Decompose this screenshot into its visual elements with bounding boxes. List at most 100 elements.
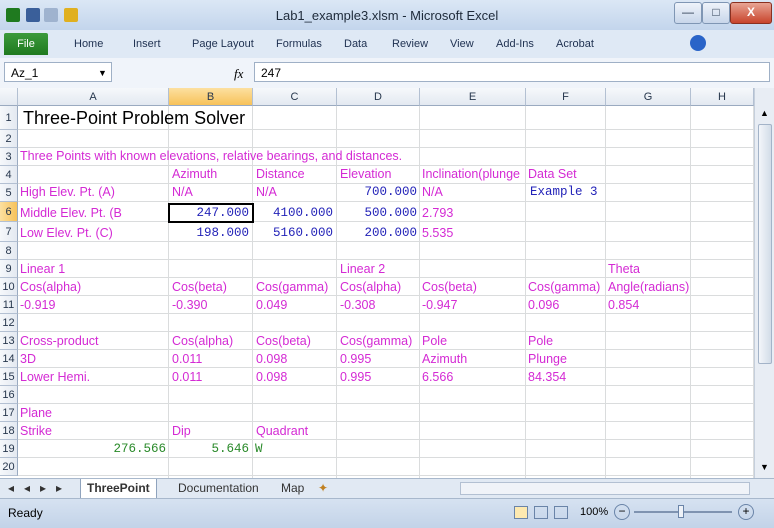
cell-a3[interactable]: Three Points with known elevations, rela… — [20, 148, 402, 164]
cell-e14[interactable]: Azimuth — [422, 351, 467, 367]
cell-e6[interactable]: 2.793 — [422, 205, 453, 221]
scroll-thumb[interactable] — [758, 124, 772, 364]
row-header-14[interactable]: 14 — [0, 350, 18, 368]
cell-c4[interactable]: Distance — [256, 166, 305, 182]
cell-c15[interactable]: 0.098 — [256, 369, 287, 385]
cell-e7[interactable]: 5.535 — [422, 225, 453, 241]
row-header-1[interactable]: 1 — [0, 106, 18, 130]
row-header-20[interactable]: 20 — [0, 458, 18, 476]
row-header-4[interactable]: 4 — [0, 166, 18, 184]
cell-d9[interactable]: Linear 2 — [340, 261, 385, 277]
minimize-button[interactable]: — — [674, 2, 702, 24]
row-header-16[interactable]: 16 — [0, 386, 18, 404]
tab-formulas[interactable]: Formulas — [276, 38, 322, 50]
horizontal-scrollbar[interactable] — [460, 482, 750, 495]
zoom-out-button[interactable]: − — [614, 504, 630, 520]
tab-insert[interactable]: Insert — [133, 38, 161, 50]
normal-view-icon[interactable] — [514, 506, 528, 519]
row-header-11[interactable]: 11 — [0, 296, 18, 314]
cell-c7[interactable]: 5160.000 — [253, 225, 333, 241]
cell-b5[interactable]: N/A — [172, 184, 193, 200]
cell-c5[interactable]: N/A — [256, 184, 277, 200]
cell-b15[interactable]: 0.011 — [172, 369, 202, 385]
sheet-nav-last-icon[interactable]: ▸ — [50, 479, 68, 498]
sheet-tab-map[interactable]: Map — [275, 479, 310, 498]
cell-f5[interactable]: Example 3 — [530, 184, 598, 200]
tab-home[interactable]: Home — [74, 38, 103, 50]
row-header-15[interactable]: 15 — [0, 368, 18, 386]
row-header-7[interactable]: 7 — [0, 222, 18, 242]
cell-f10[interactable]: Cos(gamma) — [528, 279, 606, 295]
cell-g9[interactable]: Theta — [608, 261, 640, 277]
function-icon[interactable]: fx — [234, 66, 243, 82]
close-button[interactable]: X — [730, 2, 772, 24]
cell-b10[interactable]: Cos(beta) — [172, 279, 227, 295]
zoom-in-button[interactable]: + — [738, 504, 754, 520]
cell-a7[interactable]: Low Elev. Pt. (C) — [20, 225, 113, 241]
cell-f11[interactable]: 0.096 — [528, 297, 559, 313]
row-header-3[interactable]: 3 — [0, 148, 18, 166]
cell-d11[interactable]: -0.308 — [340, 297, 375, 313]
cell-e4[interactable]: Inclination(plunge — [422, 166, 526, 182]
row-header-19[interactable]: 19 — [0, 440, 18, 458]
cell-b4[interactable]: Azimuth — [172, 166, 217, 182]
row-header-17[interactable]: 17 — [0, 404, 18, 422]
formula-input[interactable]: 247 — [254, 62, 770, 82]
cell-a9[interactable]: Linear 1 — [20, 261, 65, 277]
row-header-6[interactable]: 6 — [0, 202, 18, 222]
column-header-g[interactable]: G — [606, 88, 691, 106]
cell-d14[interactable]: 0.995 — [340, 351, 371, 367]
cell-c14[interactable]: 0.098 — [256, 351, 287, 367]
cell-f15[interactable]: 84.354 — [528, 369, 566, 385]
cell-d10[interactable]: Cos(alpha) — [340, 279, 401, 295]
row-header-5[interactable]: 5 — [0, 184, 18, 202]
cell-a1[interactable]: Three-Point Problem Solver — [23, 107, 245, 129]
cell-f13[interactable]: Pole — [528, 333, 553, 349]
column-header-e[interactable]: E — [420, 88, 526, 106]
sheet-tab-threepoint[interactable]: ThreePoint — [80, 479, 157, 499]
tab-acrobat[interactable]: Acrobat — [556, 38, 594, 50]
insert-sheet-icon[interactable]: ✦ — [312, 479, 334, 498]
cell-d4[interactable]: Elevation — [340, 166, 391, 182]
tab-review[interactable]: Review — [392, 38, 428, 50]
column-header-b[interactable]: B — [169, 88, 253, 106]
cell-c6[interactable]: 4100.000 — [253, 205, 333, 221]
cell-g10[interactable]: Angle(radians) — [608, 279, 689, 295]
row-header-12[interactable]: 12 — [0, 314, 18, 332]
cell-b13[interactable]: Cos(alpha) — [172, 333, 233, 349]
cell-b14[interactable]: 0.011 — [172, 351, 202, 367]
cell-a18[interactable]: Strike — [20, 423, 52, 439]
cell-a17[interactable]: Plane — [20, 405, 52, 421]
cell-e13[interactable]: Pole — [422, 333, 447, 349]
cell-e11[interactable]: -0.947 — [422, 297, 457, 313]
cell-f14[interactable]: Plunge — [528, 351, 567, 367]
scroll-up-icon[interactable]: ▲ — [760, 108, 769, 118]
cell-a10[interactable]: Cos(alpha) — [20, 279, 81, 295]
cell-d5[interactable]: 700.000 — [337, 184, 417, 200]
cell-a11[interactable]: -0.919 — [20, 297, 55, 313]
vertical-scrollbar[interactable]: ▲ ▼ — [754, 88, 774, 478]
cell-d15[interactable]: 0.995 — [340, 369, 371, 385]
row-header-18[interactable]: 18 — [0, 422, 18, 440]
zoom-slider-thumb[interactable] — [678, 505, 684, 518]
cell-a19[interactable]: 276.566 — [18, 441, 166, 457]
cell-a5[interactable]: High Elev. Pt. (A) — [20, 184, 115, 200]
page-break-view-icon[interactable] — [554, 506, 568, 519]
column-header-f[interactable]: F — [526, 88, 606, 106]
cell-c18[interactable]: Quadrant — [256, 423, 308, 439]
sheet-tab-documentation[interactable]: Documentation — [172, 479, 265, 498]
column-header-a[interactable]: A — [18, 88, 169, 106]
cell-g11[interactable]: 0.854 — [608, 297, 639, 313]
tab-data[interactable]: Data — [344, 38, 367, 50]
cell-c19[interactable]: W — [255, 441, 263, 457]
cell-c13[interactable]: Cos(beta) — [256, 333, 311, 349]
cell-a13[interactable]: Cross-product — [20, 333, 99, 349]
cell-c11[interactable]: 0.049 — [256, 297, 287, 313]
cell-d13[interactable]: Cos(gamma) — [340, 333, 412, 349]
row-header-8[interactable]: 8 — [0, 242, 18, 260]
row-header-9[interactable]: 9 — [0, 260, 18, 278]
cell-b11[interactable]: -0.390 — [172, 297, 207, 313]
cell-a15[interactable]: Lower Hemi. — [20, 369, 90, 385]
column-header-h[interactable]: H — [691, 88, 754, 106]
cell-c10[interactable]: Cos(gamma) — [256, 279, 328, 295]
